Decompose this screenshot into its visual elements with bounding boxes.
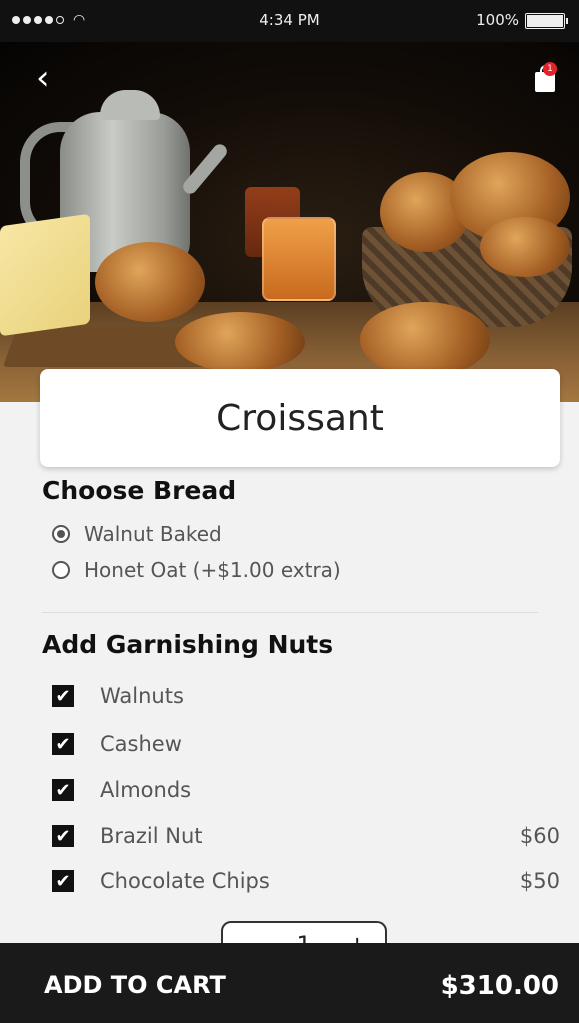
nut-option-walnuts[interactable]: ✔ Walnuts (52, 681, 560, 711)
add-to-cart-button[interactable]: ADD TO CART (44, 971, 226, 999)
nut-option-chocolate-chips[interactable]: ✔ Chocolate Chips $50 (52, 866, 560, 896)
radio-unselected[interactable] (52, 561, 70, 579)
bread-option-label: Honet Oat (+$1.00 extra) (84, 558, 341, 582)
chevron-left-icon: ‹ (36, 58, 50, 98)
back-button[interactable]: ‹ (36, 58, 76, 98)
checkbox-checked[interactable]: ✔ (52, 825, 74, 847)
nut-option-label: Almonds (100, 778, 192, 802)
product-hero-image (0, 42, 579, 402)
choose-bread-heading: Choose Bread (42, 476, 237, 505)
nut-option-price: $50 (519, 869, 560, 893)
battery-icon (525, 13, 568, 29)
add-to-cart-bar[interactable]: ADD TO CART $310.00 (0, 943, 579, 1023)
status-bar: ◠ 4:34 PM 100% (0, 0, 579, 42)
nut-option-label: Chocolate Chips (100, 869, 270, 893)
checkbox-checked[interactable]: ✔ (52, 870, 74, 892)
checkbox-checked[interactable]: ✔ (52, 685, 74, 707)
bread-option-walnut-baked[interactable]: Walnut Baked (52, 522, 222, 546)
nut-option-price: $60 (519, 824, 560, 848)
cart-badge: 1 (543, 62, 557, 76)
checkbox-checked[interactable]: ✔ (52, 733, 74, 755)
bread-option-label: Walnut Baked (84, 522, 222, 546)
garnishing-nuts-heading: Add Garnishing Nuts (42, 630, 334, 659)
battery-percent: 100% (476, 11, 519, 29)
nut-option-label: Cashew (100, 732, 182, 756)
nut-option-brazil-nut[interactable]: ✔ Brazil Nut $60 (52, 821, 560, 851)
nut-option-label: Walnuts (100, 684, 184, 708)
section-divider (42, 612, 538, 613)
nut-option-cashew[interactable]: ✔ Cashew (52, 729, 560, 759)
cart-total: $310.00 (440, 971, 559, 1001)
nut-option-almonds[interactable]: ✔ Almonds (52, 775, 560, 805)
product-title: Croissant (216, 397, 384, 439)
radio-selected[interactable] (52, 525, 70, 543)
product-title-card: Croissant (40, 369, 560, 467)
nut-option-label: Brazil Nut (100, 824, 203, 848)
bread-option-honet-oat[interactable]: Honet Oat (+$1.00 extra) (52, 558, 341, 582)
cart-button[interactable]: 1 (531, 62, 559, 94)
checkbox-checked[interactable]: ✔ (52, 779, 74, 801)
